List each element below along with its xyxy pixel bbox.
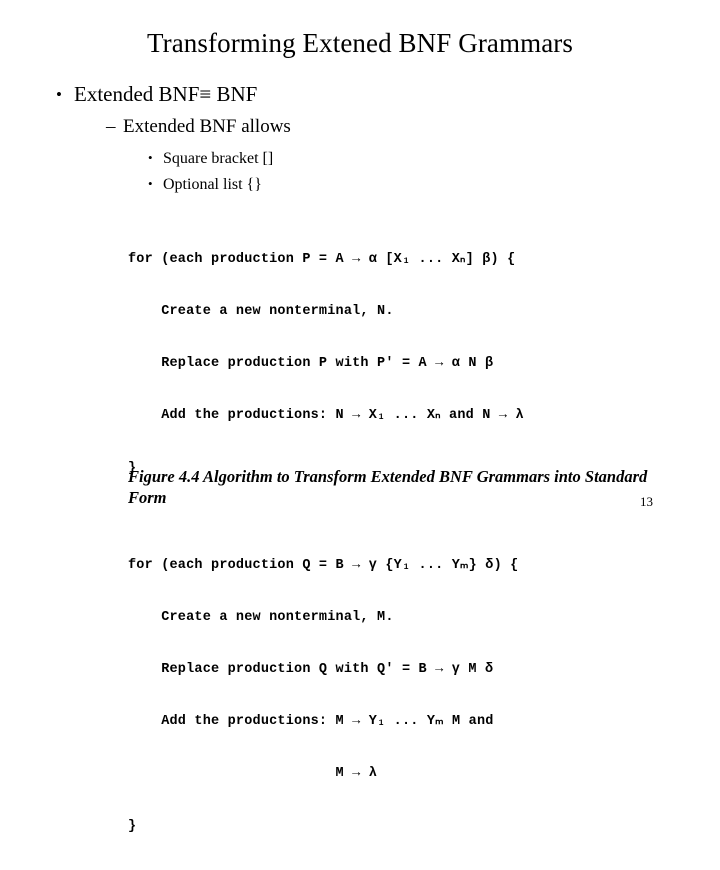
code-line: Create a new nonterminal, M.: [128, 609, 394, 625]
bullet-level2: – Extended BNF allows: [106, 116, 291, 138]
bullet-marker-icon: •: [148, 176, 153, 191]
page-title: Transforming Extened BNF Grammars: [146, 28, 573, 58]
slide: Transforming Extened BNF Grammars • Exten…: [0, 0, 720, 834]
bullet-marker-icon: •: [56, 85, 62, 104]
bullet-level3-label: Square bracket []: [163, 150, 274, 167]
code-line: Add the productions: M → Y₁ ... Yₘ M and: [128, 714, 494, 730]
code-line: Replace production P with P′ = A → α N β: [128, 356, 494, 372]
bullet-level2-label: Extended BNF allows: [123, 116, 291, 137]
figure-caption: Figure 4.4 Algorithm to Transform Extend…: [128, 467, 648, 507]
bullet-level3-1: • Square bracket []: [148, 150, 273, 168]
code-line: Replace production Q with Q′ = B → γ M δ: [128, 662, 494, 678]
bullet-level3-2: • Optional list {}: [148, 176, 262, 194]
code-line: Create a new nonterminal, N.: [128, 304, 394, 320]
dash-marker-icon: –: [106, 116, 116, 137]
bullet-level1: • Extended BNF≡ BNF: [56, 82, 257, 107]
code-line: Add the productions: N → X₁ ... Xₙ and N…: [128, 408, 524, 424]
bullet-level3-label: Optional list {}: [163, 176, 262, 193]
bullet-marker-icon: •: [148, 150, 153, 165]
code-block-spacer: [128, 512, 668, 522]
code-line: for (each production Q = B → γ {Y₁ ... Y…: [128, 557, 519, 573]
algorithm-figure: for (each production P = A → α [X₁ ... X…: [128, 216, 668, 870]
code-line: }: [128, 818, 137, 834]
bullet-level1-label: Extended BNF≡ BNF: [74, 82, 258, 106]
code-line: M → λ: [128, 766, 378, 782]
code-line: for (each production P = A → α [X₁ ... X…: [128, 251, 516, 267]
page-number: 13: [640, 494, 653, 509]
